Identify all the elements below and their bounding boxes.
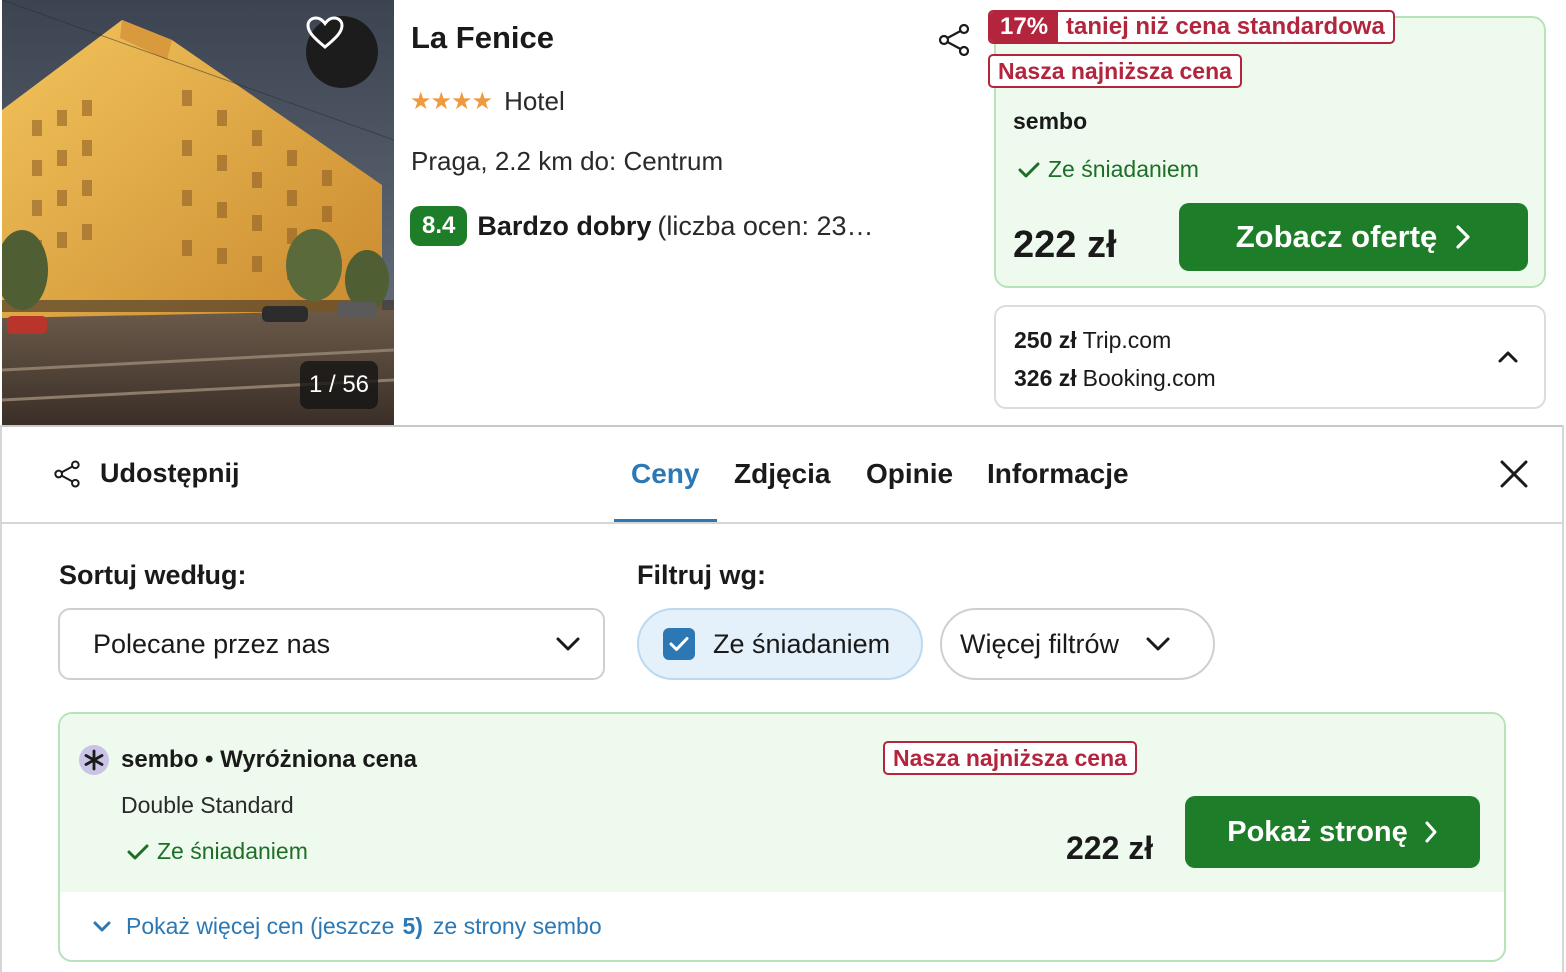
breakfast-filter-chip[interactable]: Ze śniadaniem (637, 608, 923, 680)
other-price-value: 250 zł (1014, 327, 1077, 353)
tab-prices[interactable]: Ceny (631, 458, 699, 490)
lowest-price-tag: Nasza najniższa cena (988, 54, 1242, 88)
chevron-down-icon (1146, 637, 1170, 651)
deal-breakfast-label: Ze śniadaniem (157, 838, 308, 864)
other-price-provider: Trip.com (1082, 327, 1172, 353)
deal-breakfast: Ze śniadaniem (127, 838, 308, 865)
offer-price: 222 zł (1013, 224, 1117, 266)
rating-count: (liczba ocen: 23… (657, 210, 874, 241)
hotel-name[interactable]: La Fenice (411, 20, 554, 56)
sort-label: Sortuj według: (59, 560, 247, 590)
share-icon-button[interactable] (936, 22, 972, 58)
show-page-button[interactable]: Pokaż stronę (1185, 796, 1480, 868)
breakfast-checkbox[interactable] (663, 628, 695, 660)
hotel-location: Praga, 2.2 km do: Centrum (411, 146, 724, 176)
chevron-up-icon[interactable] (1496, 345, 1520, 369)
share-label: Udostępnij (100, 458, 240, 488)
share-icon (54, 460, 80, 487)
close-icon[interactable] (1498, 458, 1530, 490)
deal-price: 222 zł (1066, 830, 1154, 866)
check-icon (669, 637, 689, 651)
offer-breakfast-label: Ze śniadaniem (1048, 156, 1199, 182)
see-offer-button[interactable]: Zobacz ofertę (1179, 203, 1528, 271)
lowest-price-tag: Nasza najniższa cena (883, 741, 1137, 775)
chevron-right-icon (1456, 225, 1470, 249)
room-type: Double Standard (121, 792, 294, 818)
share-icon (938, 23, 970, 57)
star-rating: ★★★★ (410, 88, 493, 115)
other-prices-box[interactable]: 250 zł Trip.com 326 zł Booking.com (994, 305, 1546, 409)
offer-breakfast: Ze śniadaniem (1018, 156, 1199, 183)
discount-percent: 17% (990, 12, 1059, 42)
photo-counter: 1 / 56 (300, 361, 378, 409)
show-page-label: Pokaż stronę (1227, 815, 1408, 848)
panel-border (0, 425, 2, 972)
chevron-down-icon (556, 637, 580, 651)
tab-reviews[interactable]: Opinie (866, 458, 953, 490)
other-price-row[interactable]: 250 zł Trip.com (1014, 327, 1171, 354)
other-price-value: 326 zł (1014, 365, 1077, 391)
check-icon (127, 844, 149, 859)
rating-row[interactable]: 8.4 Bardzo dobry (liczba ocen: 23… (410, 206, 874, 246)
check-icon (1018, 162, 1040, 177)
chevron-right-icon (1425, 821, 1437, 843)
stars-row: ★★★★ Hotel (410, 86, 565, 117)
divider (2, 522, 1564, 524)
panel-border (1562, 425, 1564, 972)
tab-photos[interactable]: Zdjęcia (734, 458, 830, 490)
page: 1 / 56 La Fenice ★★★★ Hotel Praga, 2.2 k… (0, 0, 1566, 972)
more-filters-label: Więcej filtrów (960, 628, 1120, 659)
hotel-photo[interactable]: 1 / 56 (2, 0, 394, 425)
divider (2, 425, 1564, 427)
asterisk-icon (84, 749, 104, 771)
discount-tag: 17% taniej niż cena standardowa (988, 10, 1395, 44)
show-more-prefix: Pokaż więcej cen (jeszcze (126, 913, 395, 939)
deal-title: sembo • Wyróżniona cena (121, 746, 418, 773)
other-price-provider: Booking.com (1082, 365, 1216, 391)
rating-badge: 8.4 (410, 206, 468, 246)
show-more-prices-link[interactable]: Pokaż więcej cen (jeszcze 5) ze strony se… (92, 913, 602, 940)
offer-provider: sembo (1013, 108, 1088, 134)
hotel-type: Hotel (504, 86, 565, 116)
rating-label: Bardzo dobry (477, 210, 652, 241)
sort-select[interactable]: Polecane przez nas (58, 608, 605, 680)
show-more-suffix: ze strony sembo (432, 913, 602, 939)
more-filters-chip[interactable]: Więcej filtrów (940, 608, 1215, 680)
share-button[interactable]: Udostępnij (52, 458, 240, 489)
filter-label: Filtruj wg: (637, 560, 766, 590)
show-more-count: 5) (402, 913, 423, 939)
heart-icon (306, 16, 344, 49)
tab-info[interactable]: Informacje (987, 458, 1129, 490)
other-price-row[interactable]: 326 zł Booking.com (1014, 365, 1216, 392)
favorite-button[interactable] (306, 16, 378, 88)
discount-text: taniej niż cena standardowa (1066, 13, 1385, 40)
sort-selected-value: Polecane przez nas (93, 628, 331, 659)
chevron-down-icon (93, 921, 111, 931)
see-offer-label: Zobacz ofertę (1235, 219, 1438, 254)
provider-logo (79, 745, 109, 775)
breakfast-filter-label: Ze śniadaniem (713, 628, 891, 659)
